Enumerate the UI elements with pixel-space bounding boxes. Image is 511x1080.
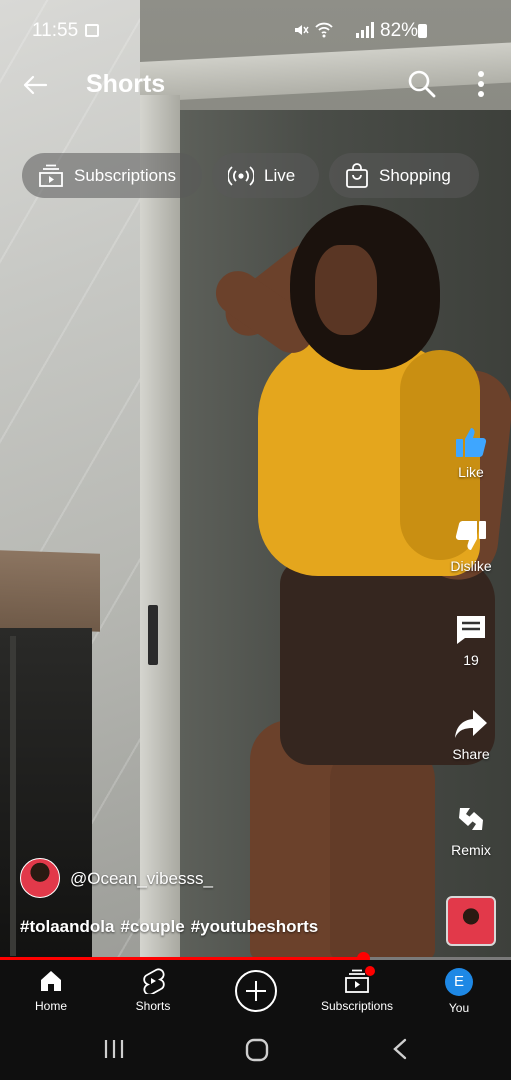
comment-icon	[457, 616, 485, 644]
mute-icon	[295, 25, 309, 35]
door-hinge	[148, 605, 158, 665]
chip-live[interactable]: Live	[212, 153, 319, 198]
more-vert-icon[interactable]	[468, 68, 494, 100]
new-content-dot	[365, 966, 375, 976]
search-icon[interactable]	[406, 68, 438, 100]
like-label: Like	[458, 464, 484, 480]
shopping-bag-icon	[346, 162, 368, 188]
signal-icon	[356, 22, 374, 38]
door-frame-left	[140, 95, 180, 960]
share-button[interactable]: Share	[431, 706, 511, 762]
remix-icon	[459, 808, 483, 830]
comments-button[interactable]: 19	[431, 612, 511, 668]
back-arrow-icon[interactable]	[20, 70, 50, 100]
create-plus-icon[interactable]	[235, 970, 277, 1012]
battery-percent: 82%	[380, 20, 419, 41]
home-icon	[41, 971, 61, 991]
status-bar: 11:55 82%	[0, 0, 511, 60]
chip-label: Live	[264, 165, 296, 185]
subscriptions-icon	[39, 164, 63, 187]
like-button[interactable]: Like	[431, 424, 511, 480]
counter-top	[0, 550, 100, 632]
battery-icon	[418, 24, 427, 38]
dislike-button[interactable]: Dislike	[431, 518, 511, 574]
channel-avatar[interactable]	[20, 858, 60, 898]
nav-label: Home	[34, 999, 67, 1013]
sound-thumbnail[interactable]	[446, 896, 496, 946]
back-chevron-icon[interactable]	[391, 1038, 409, 1060]
hashtag[interactable]: #tolaandola	[20, 917, 114, 937]
person-face	[315, 245, 377, 335]
page-title: Shorts	[86, 70, 166, 98]
dislike-label: Dislike	[450, 558, 492, 574]
hashtag[interactable]: #youtubeshorts	[191, 917, 319, 937]
chip-label: Shopping	[379, 165, 451, 185]
status-time: 11:55	[32, 20, 79, 41]
thumbs-up-icon	[456, 428, 487, 457]
live-icon	[228, 165, 254, 186]
nav-you[interactable]: E You	[409, 968, 509, 1015]
chip-label: Subscriptions	[74, 165, 177, 185]
chip-subscriptions[interactable]: Subscriptions	[22, 153, 202, 198]
thumbs-down-icon	[455, 521, 486, 550]
counter-cabinet	[0, 628, 92, 960]
chip-shopping[interactable]: Shopping	[329, 153, 479, 198]
wifi-icon	[315, 22, 333, 38]
share-label: Share	[452, 746, 490, 762]
photo-icon	[85, 24, 99, 37]
person-leg-right	[330, 740, 435, 960]
hashtag[interactable]: #couple	[120, 917, 184, 937]
recents-icon[interactable]	[103, 1038, 125, 1060]
nav-label: Shorts	[135, 999, 171, 1013]
nav-label: Subscriptions	[320, 999, 394, 1013]
home-circle-icon[interactable]	[245, 1038, 269, 1062]
remix-button[interactable]: Remix	[431, 800, 511, 858]
channel-name[interactable]: @Ocean_vibesss_	[70, 869, 213, 889]
nav-shorts[interactable]: Shorts	[103, 968, 203, 1013]
system-nav-bar	[0, 1022, 511, 1080]
share-icon	[455, 710, 487, 738]
comment-count: 19	[463, 652, 479, 668]
nav-subscriptions[interactable]: Subscriptions	[307, 966, 407, 1013]
nav-home[interactable]: Home	[1, 968, 101, 1013]
hashtags: #tolaandola #couple #youtubeshorts	[20, 917, 318, 937]
remix-label: Remix	[451, 842, 491, 858]
nav-label: You	[448, 1001, 470, 1015]
shorts-icon	[143, 968, 165, 994]
avatar: E	[445, 968, 473, 996]
